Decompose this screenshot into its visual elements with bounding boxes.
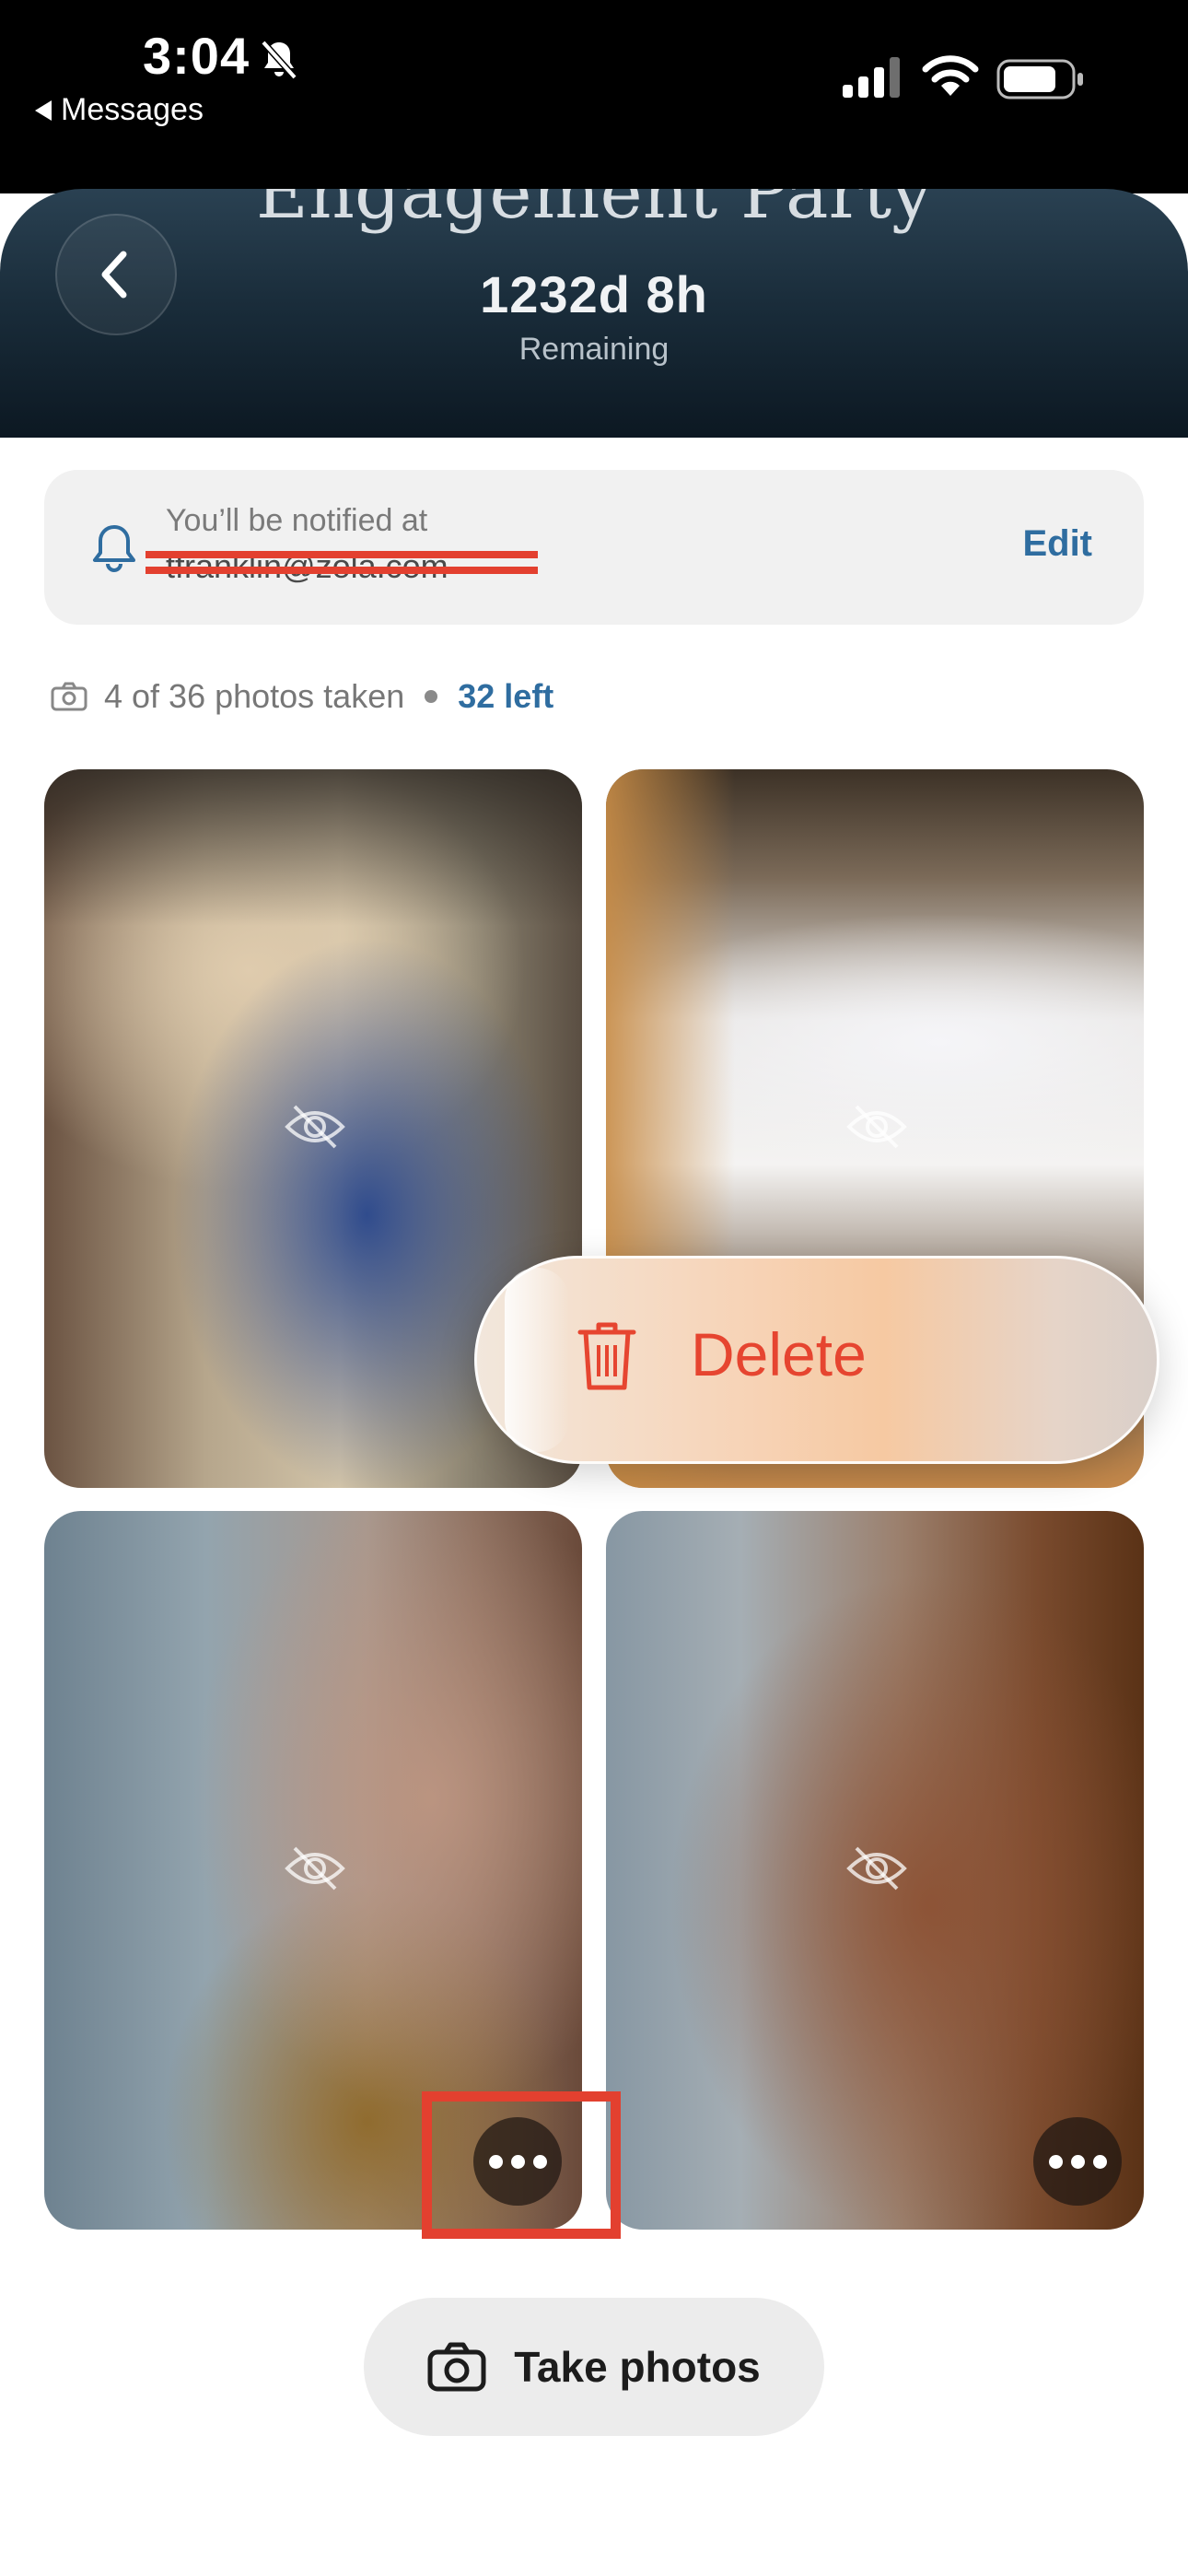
event-title: Engagement Party [255, 189, 933, 235]
event-header: Engagement Party 1232d 8h Remaining [0, 189, 1188, 438]
delete-menu-item[interactable]: Delete [474, 1256, 1159, 1464]
take-photos-button[interactable]: Take photos [364, 2298, 824, 2436]
battery-icon [996, 59, 1083, 100]
photos-taken-text: 4 of 36 photos taken [104, 677, 405, 715]
edit-button[interactable]: Edit [1022, 523, 1092, 565]
camera-icon [427, 2342, 486, 2392]
camera-small-icon [51, 682, 87, 711]
wifi-icon [922, 55, 979, 96]
more-options-button[interactable] [1033, 2117, 1122, 2206]
redaction-mark [146, 551, 538, 577]
cellular-signal-icon [843, 57, 900, 98]
separator-dot [425, 690, 438, 703]
remaining-label: Remaining [518, 332, 670, 367]
more-icon [1048, 2154, 1063, 2169]
eye-slash-icon [285, 1105, 345, 1149]
countdown-value: 1232d 8h [480, 265, 708, 323]
bell-icon [93, 525, 135, 572]
status-time: 3:04 [143, 27, 250, 85]
status-bar: 3:04 Messages [0, 0, 1188, 193]
photo-count: 4 of 36 photos taken 32 left [51, 677, 553, 716]
eye-slash-icon [285, 1846, 345, 1891]
eye-slash-icon [846, 1846, 907, 1891]
bell-slash-icon [261, 40, 297, 80]
back-to-messages-link[interactable]: Messages [35, 92, 204, 128]
back-triangle-icon [35, 100, 52, 121]
notify-label: You’ll be notified at [166, 503, 428, 538]
take-photos-label: Take photos [514, 2343, 761, 2391]
notification-card: You’ll be notified at tfranklin@zola.com… [44, 470, 1144, 625]
trash-icon [577, 1322, 636, 1390]
highlight-annotation [422, 2091, 621, 2239]
eye-slash-icon [846, 1105, 907, 1149]
back-app-label: Messages [61, 92, 204, 127]
delete-label: Delete [691, 1320, 867, 1388]
photos-left-text: 32 left [458, 677, 554, 715]
